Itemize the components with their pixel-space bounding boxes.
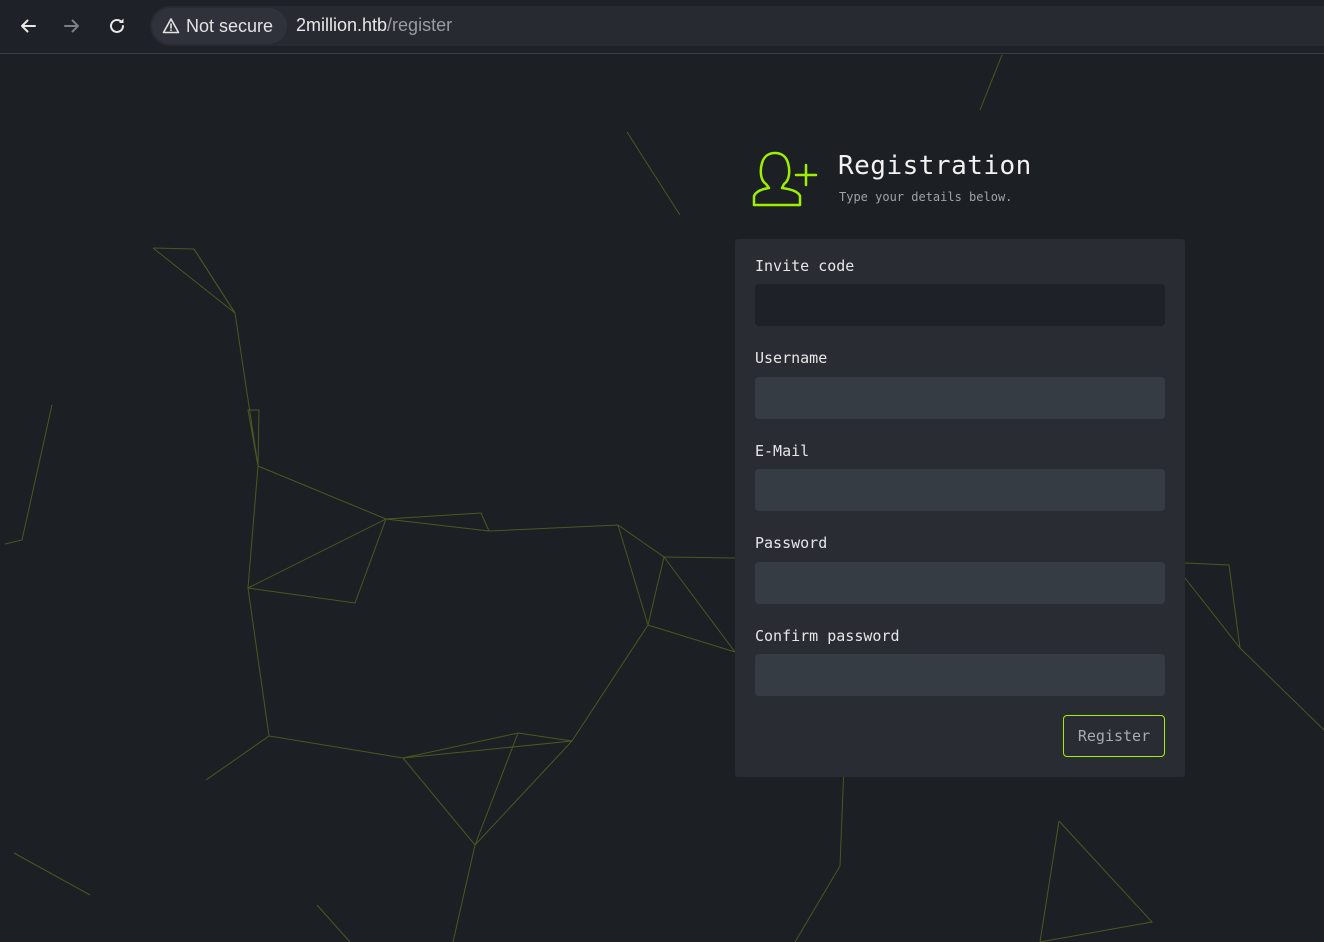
arrow-left-icon	[21, 19, 36, 33]
registration-form: Invite code Username E-Mail Password Con…	[735, 239, 1185, 777]
username-label: Username	[755, 349, 828, 367]
site-info-chip[interactable]: Not secure	[152, 8, 288, 44]
registration-header: Registration Type your details below.	[752, 151, 1172, 215]
email-label: E-Mail	[755, 442, 810, 460]
forward-button[interactable]	[56, 11, 88, 41]
invite-code-input[interactable]	[755, 284, 1165, 326]
page-subtitle: Type your details below.	[839, 190, 1013, 204]
username-input[interactable]	[755, 377, 1165, 419]
warning-triangle-icon	[162, 18, 180, 34]
email-input[interactable]	[755, 469, 1165, 511]
url-path: /register	[387, 15, 453, 35]
back-button[interactable]	[12, 11, 44, 41]
page-content: Registration Type your details below. In…	[0, 55, 1324, 942]
url-host: 2million.htb	[296, 15, 388, 35]
security-status-text: Not secure	[186, 15, 274, 36]
register-button[interactable]: Register	[1063, 715, 1165, 757]
reload-icon	[110, 18, 124, 33]
reload-button[interactable]	[101, 11, 133, 41]
url-text[interactable]: 2million.htb/register	[296, 15, 452, 36]
invite-code-label: Invite code	[755, 257, 855, 275]
password-input[interactable]	[755, 562, 1165, 604]
user-plus-icon	[752, 151, 818, 207]
arrow-right-icon	[64, 19, 79, 33]
confirm-password-input[interactable]	[755, 654, 1165, 696]
password-label: Password	[755, 534, 828, 552]
browser-toolbar: Not secure 2million.htb/register	[0, 0, 1324, 54]
page-title: Registration	[838, 151, 1032, 181]
confirm-password-label: Confirm password	[755, 627, 900, 645]
address-bar[interactable]: Not secure 2million.htb/register	[150, 6, 1324, 46]
